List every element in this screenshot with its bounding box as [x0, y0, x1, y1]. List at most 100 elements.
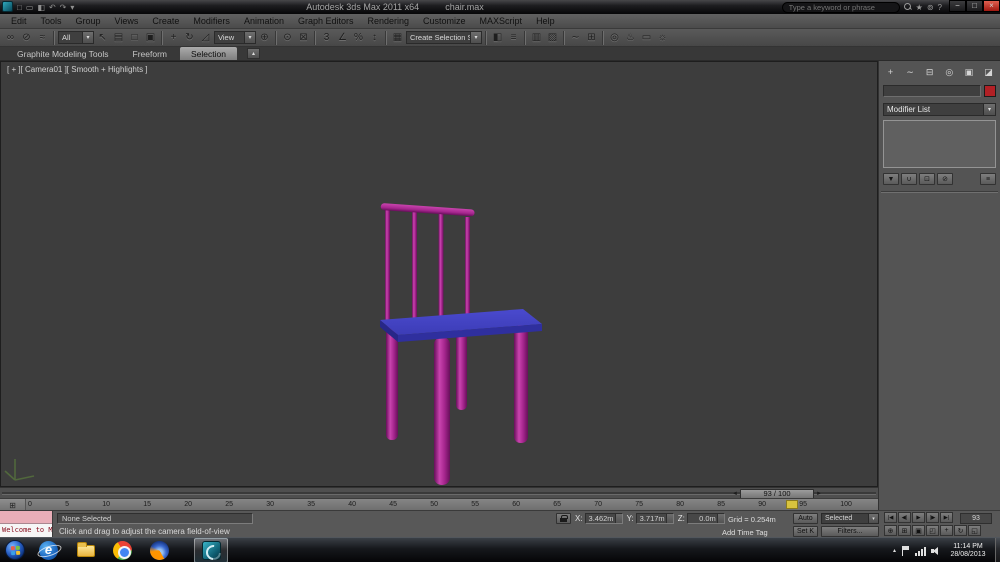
- menu-item-create[interactable]: Create: [145, 16, 186, 26]
- add-time-tag[interactable]: Add Time Tag: [722, 528, 768, 537]
- chair-model[interactable]: [1, 62, 877, 486]
- selection-lock-icon[interactable]: [556, 513, 571, 524]
- time-slider-prev-icon[interactable]: ◄: [730, 491, 740, 497]
- menu-item-tools[interactable]: Tools: [34, 16, 69, 26]
- app-logo-icon[interactable]: [2, 1, 13, 12]
- schematic-view-icon[interactable]: ⊞: [584, 30, 599, 45]
- snap-toggle-3d-icon[interactable]: 3: [319, 30, 334, 45]
- ribbon-tab-selection[interactable]: Selection: [180, 47, 237, 60]
- maximize-button[interactable]: □: [966, 0, 983, 12]
- chevron-down-icon[interactable]: ▾: [244, 32, 255, 43]
- ribbon-tab-freeform[interactable]: Freeform: [122, 47, 178, 60]
- new-scene-icon[interactable]: □: [17, 3, 22, 12]
- camera-viewport[interactable]: [ + ][ Camera01 ][ Smooth + Highlights ]: [0, 61, 878, 487]
- menu-item-animation[interactable]: Animation: [237, 16, 291, 26]
- make-unique-icon[interactable]: ⊡: [919, 173, 935, 185]
- select-and-rotate-icon[interactable]: ↻: [182, 30, 197, 45]
- time-slider-next-icon[interactable]: ►: [814, 491, 824, 497]
- window-crossing-icon[interactable]: ▣: [143, 30, 158, 45]
- set-key-button[interactable]: Set K: [793, 526, 818, 537]
- material-editor-icon[interactable]: ◎: [607, 30, 622, 45]
- next-frame-button[interactable]: |▶: [926, 512, 939, 523]
- select-object-icon[interactable]: ↖: [95, 30, 110, 45]
- maxscript-macro-line[interactable]: [0, 511, 52, 524]
- time-slider[interactable]: ◄ 93 / 100 ►: [0, 487, 878, 499]
- motion-tab-icon[interactable]: ◎: [943, 66, 956, 79]
- zoom-all-button[interactable]: ⊞: [898, 525, 911, 536]
- selection-filter-dropdown[interactable]: All ▾: [58, 31, 94, 44]
- redo-icon[interactable]: ↷: [60, 3, 67, 12]
- menu-item-modifiers[interactable]: Modifiers: [186, 16, 237, 26]
- action-center-flag-icon[interactable]: [901, 545, 910, 556]
- keyboard-override-icon[interactable]: ⊠: [296, 30, 311, 45]
- edit-named-sets-icon[interactable]: ▦: [390, 30, 405, 45]
- minimize-button[interactable]: −: [949, 0, 966, 12]
- menu-item-help[interactable]: Help: [529, 16, 562, 26]
- search-icon[interactable]: [903, 3, 912, 11]
- select-and-link-icon[interactable]: ∞: [3, 30, 18, 45]
- chevron-down-icon[interactable]: ▾: [470, 32, 481, 43]
- z-coordinate-field[interactable]: 0.0m: [686, 513, 725, 524]
- maxscript-mini-listener[interactable]: Welcome to MAXScript: [0, 511, 53, 538]
- taskbar-explorer-button[interactable]: [67, 538, 104, 562]
- object-name-field[interactable]: [883, 85, 981, 97]
- zoom-extents-button[interactable]: ▣: [912, 525, 925, 536]
- layer-manager-icon[interactable]: ▥: [529, 30, 544, 45]
- render-production-icon[interactable]: ☼: [655, 30, 670, 45]
- show-desktop-button[interactable]: [995, 538, 1000, 562]
- track-bar[interactable]: ⊞ 0 5 10 15 20 25 30 35 40 45 50 55 60 65 70 75 80 85 90 95…: [0, 498, 878, 511]
- play-button[interactable]: ▶: [912, 512, 925, 523]
- ribbon-collapse-icon[interactable]: ▴: [246, 48, 260, 59]
- configure-modifier-sets-icon[interactable]: ≡: [980, 173, 996, 185]
- previous-frame-button[interactable]: ◀|: [898, 512, 911, 523]
- show-end-result-icon[interactable]: ∪: [901, 173, 917, 185]
- time-slider-frame-button[interactable]: 93 / 100: [740, 488, 814, 499]
- y-coordinate-field[interactable]: 3.717m: [635, 513, 674, 524]
- network-icon[interactable]: [915, 546, 926, 556]
- menu-item-edit[interactable]: Edit: [4, 16, 34, 26]
- start-button[interactable]: [0, 538, 30, 562]
- modifier-list-dropdown[interactable]: Modifier List ▾: [883, 103, 996, 116]
- spinner-snap-icon[interactable]: ↕: [367, 30, 382, 45]
- zoom-button[interactable]: ⊕: [884, 525, 897, 536]
- trackbar-ruler[interactable]: 0 5 10 15 20 25 30 35 40 45 50 55 60 65 70 75 80 85 90 95 10…: [28, 499, 852, 510]
- rendered-frame-icon[interactable]: ▭: [639, 30, 654, 45]
- menu-item-customize[interactable]: Customize: [416, 16, 473, 26]
- angle-snap-icon[interactable]: ∠: [335, 30, 350, 45]
- create-tab-icon[interactable]: +: [884, 66, 897, 79]
- rectangular-selection-region-icon[interactable]: □: [127, 30, 142, 45]
- named-selection-sets-dropdown[interactable]: Create Selection Set▾: [406, 31, 482, 44]
- help-icon[interactable]: ?: [938, 3, 942, 12]
- curve-editor-icon[interactable]: ∼: [568, 30, 583, 45]
- chevron-down-icon[interactable]: ▾: [82, 32, 93, 43]
- taskbar-chrome-button[interactable]: [104, 538, 141, 562]
- current-frame-marker[interactable]: [786, 500, 798, 509]
- taskbar-firefox-button[interactable]: [141, 538, 178, 562]
- graphite-toggle-icon[interactable]: ▨: [545, 30, 560, 45]
- object-color-swatch[interactable]: [984, 85, 996, 97]
- percent-snap-icon[interactable]: %: [351, 30, 366, 45]
- hierarchy-tab-icon[interactable]: ⊟: [923, 66, 936, 79]
- project-folder-icon[interactable]: ▾: [70, 3, 74, 12]
- modifier-stack-list[interactable]: [883, 120, 996, 168]
- maxscript-listener-line[interactable]: Welcome to MAXScript: [0, 524, 52, 538]
- reference-coordinate-dropdown[interactable]: View ▾: [214, 31, 256, 44]
- taskbar-clock[interactable]: 11:14 PM 28/08/2013: [946, 543, 990, 559]
- viewport-label[interactable]: [ + ][ Camera01 ][ Smooth + Highlights ]: [7, 65, 148, 74]
- select-by-name-icon[interactable]: ▤: [111, 30, 126, 45]
- menu-item-views[interactable]: Views: [108, 16, 146, 26]
- orbit-button[interactable]: ↻: [954, 525, 967, 536]
- search-input[interactable]: [781, 1, 900, 13]
- pan-button[interactable]: +: [940, 525, 953, 536]
- go-to-start-button[interactable]: |◀: [884, 512, 897, 523]
- ribbon-tab-graphite-modeling-tools[interactable]: Graphite Modeling Tools: [6, 47, 120, 60]
- open-file-icon[interactable]: ▭: [26, 3, 34, 12]
- select-and-manipulate-icon[interactable]: ⊙: [280, 30, 295, 45]
- save-file-icon[interactable]: ◧: [37, 3, 45, 12]
- chevron-down-icon[interactable]: ▾: [983, 104, 995, 115]
- close-button[interactable]: ×: [983, 0, 1000, 12]
- taskbar-3ds-max-button[interactable]: [194, 537, 228, 562]
- modify-tab-icon[interactable]: ∼: [904, 66, 917, 79]
- align-icon[interactable]: ≡: [506, 30, 521, 45]
- maximize-viewport-button[interactable]: ◱: [968, 525, 981, 536]
